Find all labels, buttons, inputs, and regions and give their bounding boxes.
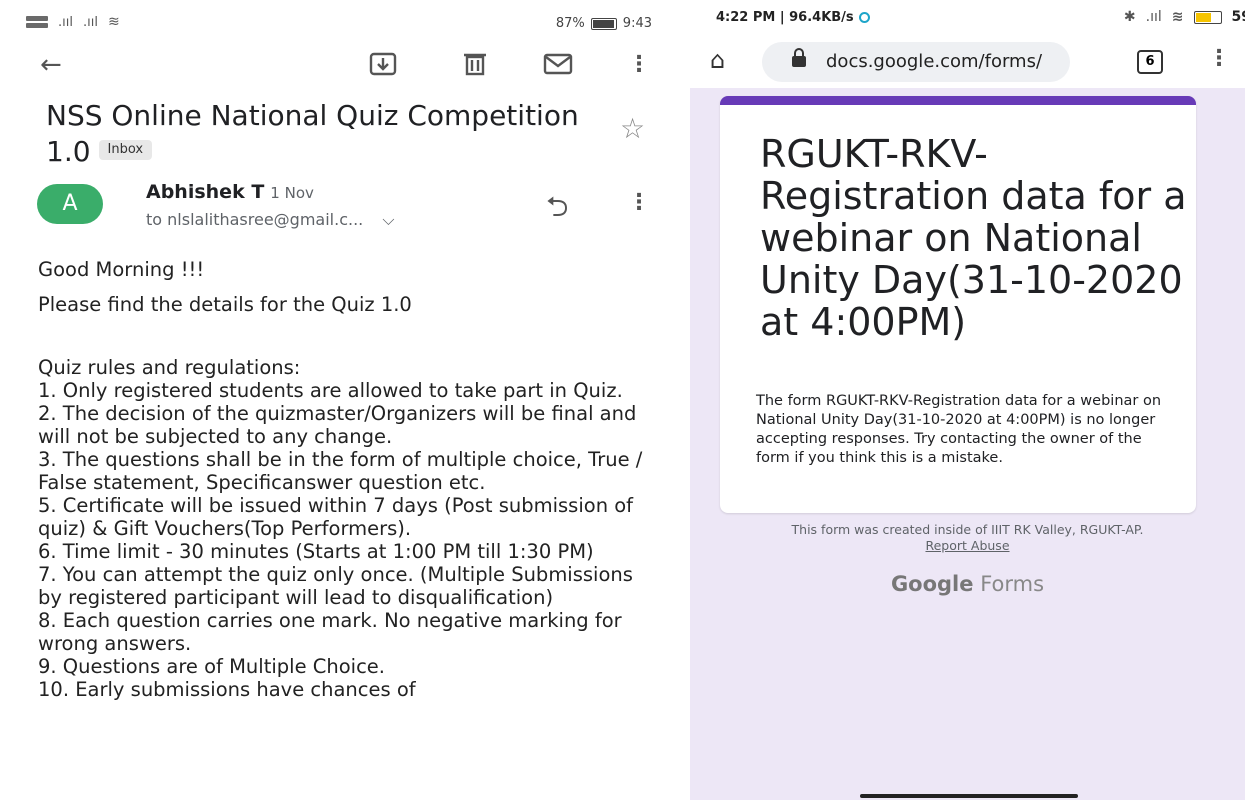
email-subject: NSS Online National Quiz Competition 1.0… bbox=[46, 98, 586, 170]
body-line: 5. Certificate will be issued within 7 d… bbox=[38, 494, 634, 540]
body-line: 8. Each question carries one mark. No ne… bbox=[38, 609, 622, 655]
body-line: 10. Early submissions have chances of bbox=[38, 678, 416, 701]
body-line: 6. Time limit - 30 minutes (Starts at 1:… bbox=[38, 540, 594, 563]
volte-icon bbox=[26, 16, 48, 28]
footer-text: This form was created inside of IIIT RK … bbox=[791, 522, 1144, 537]
logo-forms: Forms bbox=[980, 572, 1045, 596]
home-icon[interactable]: ⌂ bbox=[710, 46, 725, 74]
recipient-text: to nlslalithasree@gmail.c... bbox=[146, 210, 364, 229]
screenshot-divider bbox=[666, 0, 690, 800]
body-line: 7. You can attempt the quiz only once. (… bbox=[38, 563, 633, 609]
more-vert-icon[interactable]: ⋮ bbox=[628, 50, 650, 80]
url-bar[interactable]: docs.google.com/forms/ bbox=[762, 42, 1070, 82]
signal-icon: .ııl bbox=[58, 14, 73, 30]
inbox-label-chip[interactable]: Inbox bbox=[98, 140, 153, 160]
browser-toolbar: ⌂ docs.google.com/forms/ 6 ⋮ bbox=[690, 38, 1245, 88]
time-speed: 4:22 PM | 96.4KB/s bbox=[716, 10, 854, 25]
back-arrow-icon[interactable]: ← bbox=[40, 50, 62, 80]
sender-line: Abhishek T 1 Nov bbox=[146, 181, 314, 203]
more-vert-icon-browser[interactable]: ⋮ bbox=[1208, 46, 1230, 71]
form-page: RGUKT-RKV-Registration data for a webina… bbox=[690, 88, 1245, 800]
battery-icon bbox=[590, 17, 617, 30]
wifi-icon: ≋ bbox=[107, 14, 120, 30]
recipient-line[interactable]: to nlslalithasree@gmail.c... ⌵ bbox=[146, 210, 395, 230]
more-vert-icon-sender[interactable]: ⋮ bbox=[628, 190, 650, 215]
chevron-down-icon[interactable]: ⌵ bbox=[382, 210, 394, 229]
sync-icon bbox=[858, 12, 870, 23]
wifi-icon-right: ≋ bbox=[1171, 9, 1184, 25]
signal-icon-right: .ııl bbox=[1145, 9, 1162, 25]
battery-percent-right: 59 bbox=[1231, 9, 1245, 25]
email-date: 1 Nov bbox=[270, 184, 314, 202]
url-text: docs.google.com/forms/ bbox=[826, 51, 1043, 72]
battery-icon-right bbox=[1193, 10, 1222, 24]
body-line: 3. The questions shall be in the form of… bbox=[38, 448, 643, 494]
avatar[interactable]: A bbox=[37, 184, 103, 224]
sender-name: Abhishek T bbox=[146, 181, 265, 203]
battery-percent: 87% bbox=[555, 16, 585, 31]
status-bar: .ııl .ııl ≋ 87% 9:43 bbox=[26, 14, 652, 38]
star-icon[interactable]: ☆ bbox=[620, 112, 645, 145]
clock: 9:43 bbox=[622, 16, 652, 31]
body-line: 2. The decision of the quizmaster/Organi… bbox=[38, 402, 637, 448]
bluetooth-icon: ✱ bbox=[1123, 9, 1136, 25]
reply-icon[interactable]: ⮌ bbox=[546, 186, 568, 234]
gmail-screen: .ııl .ııl ≋ 87% 9:43 ← ⋮ NSS Online Nati… bbox=[0, 0, 666, 800]
form-closed-message: The form RGUKT-RKV-Registration data for… bbox=[756, 393, 1162, 466]
email-toolbar: ← ⋮ bbox=[32, 46, 650, 86]
body-line: Quiz rules and regulations: bbox=[38, 356, 301, 379]
forms-screen: 4:22 PM | 96.4KB/s ✱ .ııl ≋ 59 ⌂ docs.go… bbox=[690, 0, 1245, 800]
mail-icon[interactable] bbox=[542, 50, 574, 85]
body-line: Please find the details for the Quiz 1.0 bbox=[38, 293, 412, 316]
gesture-nav-bar[interactable] bbox=[860, 794, 1078, 798]
form-title: RGUKT-RKV-Registration data for a webina… bbox=[760, 132, 1187, 344]
form-card: RGUKT-RKV-Registration data for a webina… bbox=[720, 96, 1196, 513]
email-body: Good Morning !!! Please find the details… bbox=[38, 258, 656, 701]
signal-indicators: .ııl .ııl ≋ bbox=[26, 14, 120, 30]
tab-count-button[interactable]: 6 bbox=[1137, 50, 1163, 74]
body-line: 9. Questions are of Multiple Choice. bbox=[38, 655, 386, 678]
body-line: Good Morning !!! bbox=[38, 258, 205, 281]
body-line: 1. Only registered students are allowed … bbox=[38, 379, 623, 402]
archive-icon[interactable] bbox=[368, 50, 398, 85]
report-abuse-link[interactable]: Report Abuse bbox=[690, 538, 1245, 554]
google-forms-logo[interactable]: Google Forms bbox=[690, 572, 1245, 596]
logo-google: Google bbox=[890, 572, 974, 596]
lock-icon bbox=[792, 48, 806, 67]
delete-icon[interactable] bbox=[460, 50, 490, 85]
status-bar-right: 4:22 PM | 96.4KB/s ✱ .ııl ≋ 59 bbox=[716, 9, 1245, 30]
signal-icon-2: .ııl bbox=[82, 14, 98, 30]
form-footer: This form was created inside of IIIT RK … bbox=[690, 522, 1245, 554]
